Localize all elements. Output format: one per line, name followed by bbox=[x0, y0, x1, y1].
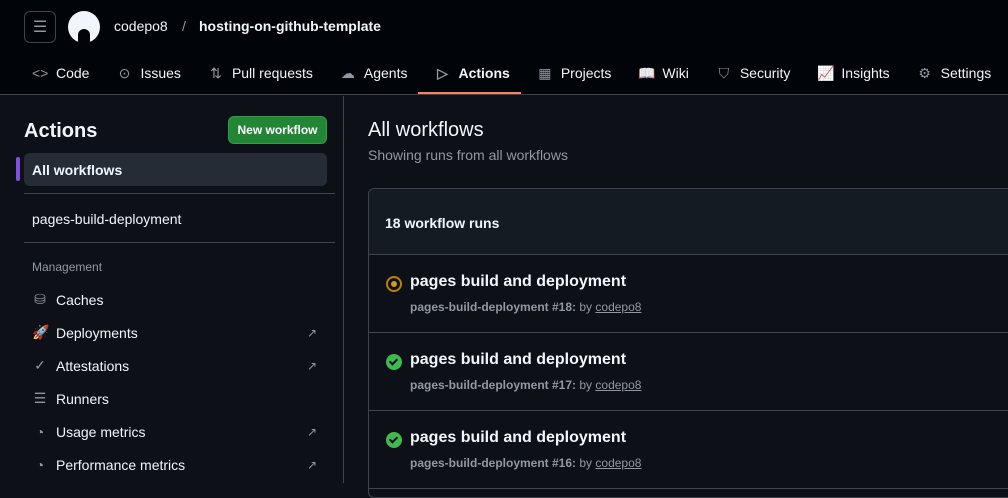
workflow-run-row[interactable]: pages build and deployment pages-build-d… bbox=[369, 411, 1008, 489]
run-title-link[interactable]: pages build and deployment bbox=[410, 273, 626, 291]
run-meta: pages-build-deployment #16: by codepo8 bbox=[410, 456, 641, 470]
table-icon: ▦ bbox=[538, 64, 552, 81]
menu-button[interactable]: ☰ bbox=[24, 11, 56, 43]
sidebar-item-workflow[interactable]: pages-build-deployment bbox=[32, 211, 181, 227]
run-workflow: pages-build-deployment #18: bbox=[410, 300, 577, 314]
external-link-icon: ↗ bbox=[306, 424, 317, 439]
sidebar-item-performance-metrics[interactable]: ◔ Performance metrics ↗ bbox=[24, 448, 327, 481]
tab-label: Wiki bbox=[662, 65, 689, 81]
check-circle-icon bbox=[386, 432, 402, 448]
sidebar-item-label: Caches bbox=[56, 291, 104, 308]
sidebar-item-caches[interactable]: ⛁ Caches bbox=[24, 283, 327, 316]
tab-pull-requests[interactable]: ⇅ Pull requests bbox=[192, 54, 324, 92]
external-link-icon: ↗ bbox=[306, 358, 317, 373]
user-link[interactable]: codepo8 bbox=[595, 378, 641, 392]
divider bbox=[24, 242, 335, 243]
user-link[interactable]: codepo8 bbox=[595, 456, 641, 470]
tab-issues[interactable]: ⊙ Issues bbox=[100, 54, 191, 92]
owner-link[interactable]: codepo8 bbox=[114, 18, 168, 34]
tab-settings[interactable]: ⚙ Settings bbox=[901, 54, 1003, 92]
tab-label: Code bbox=[56, 65, 90, 81]
sidebar-item-attestations[interactable]: ✓ Attestations ↗ bbox=[24, 349, 327, 382]
run-meta: pages-build-deployment #17: by codepo8 bbox=[410, 378, 641, 392]
meter-icon: ◔ bbox=[35, 423, 45, 440]
repo-header: ☰ codepo8 / hosting-on-github-template <… bbox=[0, 0, 1008, 95]
runs-count: 18 workflow runs bbox=[369, 189, 1008, 255]
run-title-link[interactable]: pages build and deployment bbox=[410, 351, 626, 369]
sidebar-item-label: Attestations bbox=[56, 357, 130, 374]
sidebar-item-deployments[interactable]: 🚀 Deployments ↗ bbox=[24, 316, 327, 349]
shield-icon: ⛉ bbox=[718, 64, 730, 81]
repo-tabs: <> Code ⊙ Issues ⇅ Pull requests ☁ Agents ▷ Actio… bbox=[16, 54, 1002, 95]
workflow-runs-list: 18 workflow runs pages build and deploym… bbox=[368, 188, 1008, 498]
sidebar-title: Actions bbox=[24, 120, 98, 142]
tab-label: Pull requests bbox=[231, 65, 313, 81]
issue-icon: ⊙ bbox=[118, 64, 131, 81]
page-subtitle: Showing runs from all workflows bbox=[368, 147, 568, 163]
server-icon: ☰ bbox=[33, 390, 47, 406]
tab-insights[interactable]: 📈 Insights bbox=[801, 54, 900, 92]
divider bbox=[24, 193, 335, 194]
tab-label: Settings bbox=[940, 65, 992, 81]
repo-link[interactable]: hosting-on-github-template bbox=[199, 18, 381, 34]
external-link-icon: ↗ bbox=[306, 325, 317, 340]
graph-icon: 📈 bbox=[817, 64, 835, 81]
rocket-icon: 🚀 bbox=[32, 324, 50, 340]
verified-icon: ✓ bbox=[34, 357, 46, 373]
gear-icon: ⚙ bbox=[918, 64, 931, 81]
in-progress-icon bbox=[386, 276, 402, 292]
run-meta: pages-build-deployment #18: by codepo8 bbox=[410, 300, 641, 314]
sidebar-item-label: Deployments bbox=[56, 324, 138, 341]
workflow-run-row[interactable]: pages build and deployment pages-build-d… bbox=[369, 255, 1008, 333]
sidebar-item-label: Usage metrics bbox=[56, 423, 146, 440]
run-title-link[interactable]: pages build and deployment bbox=[410, 429, 626, 447]
run-by: by bbox=[579, 300, 593, 314]
run-by: by bbox=[579, 378, 593, 392]
sidebar-item-runners[interactable]: ☰ Runners bbox=[24, 382, 327, 415]
tab-label: Agents bbox=[363, 65, 408, 81]
tab-projects[interactable]: ▦ Projects bbox=[521, 54, 623, 92]
tab-label: Security bbox=[739, 65, 791, 81]
sidebar-item-label: Performance metrics bbox=[56, 456, 186, 473]
breadcrumb-separator: / bbox=[182, 18, 186, 34]
external-link-icon: ↗ bbox=[306, 457, 317, 472]
check-circle-icon bbox=[386, 354, 402, 370]
hamburger-icon: ☰ bbox=[32, 19, 48, 36]
book-icon: 📖 bbox=[638, 64, 656, 81]
tab-agents[interactable]: ☁ Agents bbox=[324, 54, 419, 92]
tab-actions[interactable]: ▷ Actions bbox=[418, 54, 522, 94]
user-link[interactable]: codepo8 bbox=[595, 300, 641, 314]
pull-request-icon: ⇅ bbox=[210, 64, 222, 81]
database-icon: ⛁ bbox=[34, 291, 46, 307]
sidebar-item-all-workflows[interactable]: All workflows bbox=[16, 153, 327, 186]
sidebar: Actions New workflow All workflows pages… bbox=[0, 96, 344, 483]
tab-security[interactable]: ⛉ Security bbox=[700, 54, 802, 92]
sidebar-item-usage-metrics[interactable]: ◔ Usage metrics ↗ bbox=[24, 415, 327, 448]
github-logo-icon[interactable] bbox=[68, 11, 100, 43]
tab-label: Issues bbox=[140, 65, 181, 81]
tab-label: Projects bbox=[560, 65, 612, 81]
tab-code[interactable]: <> Code bbox=[16, 54, 100, 92]
run-workflow: pages-build-deployment #17: bbox=[410, 378, 577, 392]
tab-wiki[interactable]: 📖 Wiki bbox=[622, 54, 699, 92]
new-workflow-button[interactable]: New workflow bbox=[228, 116, 327, 144]
run-workflow: pages-build-deployment #16: bbox=[410, 456, 577, 470]
meter-icon: ◔ bbox=[35, 456, 45, 473]
tab-label: Insights bbox=[841, 65, 890, 81]
management-label: Management bbox=[32, 260, 103, 274]
tab-label: Actions bbox=[458, 65, 510, 81]
code-icon: <> bbox=[32, 65, 49, 81]
cloud-agent-icon: ☁ bbox=[340, 64, 355, 81]
workflow-run-row[interactable]: pages build and deployment pages-build-d… bbox=[369, 333, 1008, 411]
page-title: All workflows bbox=[368, 119, 484, 141]
run-by: by bbox=[579, 456, 593, 470]
play-icon: ▷ bbox=[437, 64, 448, 81]
sidebar-item-label: Runners bbox=[56, 390, 109, 407]
